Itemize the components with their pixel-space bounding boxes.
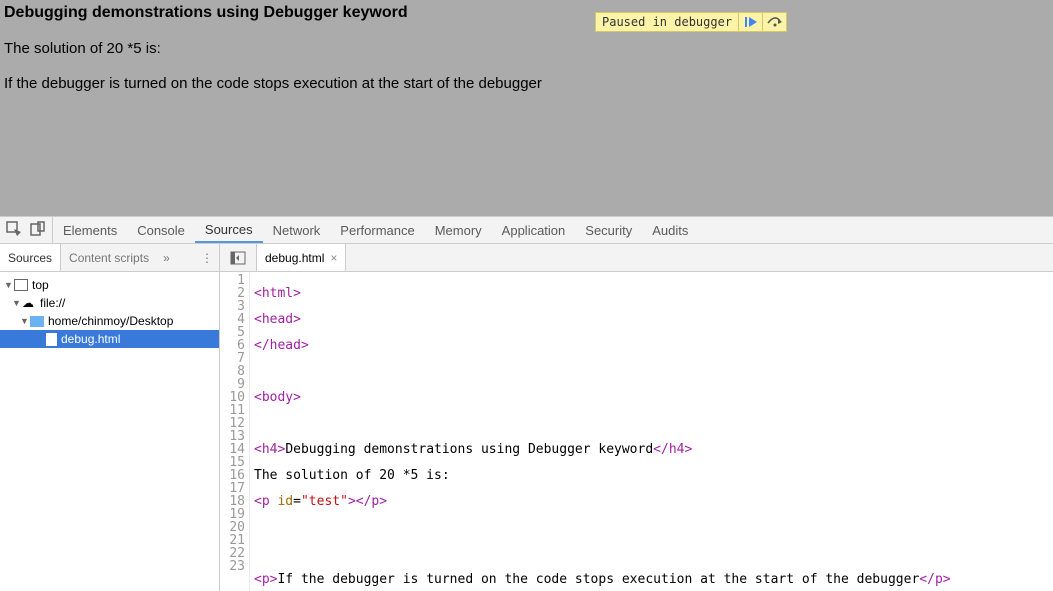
sidebar-tab-content-scripts[interactable]: Content scripts <box>61 244 157 271</box>
line-gutter[interactable]: 1234567891011121314151617181920212223 <box>220 272 250 591</box>
paused-label: Paused in debugger <box>595 12 739 32</box>
tab-console[interactable]: Console <box>127 217 195 243</box>
rendered-page: Debugging demonstrations using Debugger … <box>0 0 1053 216</box>
tree-top[interactable]: ▼ top <box>0 276 219 294</box>
tab-application[interactable]: Application <box>492 217 576 243</box>
tab-memory[interactable]: Memory <box>425 217 492 243</box>
tab-security[interactable]: Security <box>575 217 642 243</box>
devtools-panel: Elements Console Sources Network Perform… <box>0 216 1053 591</box>
tab-elements[interactable]: Elements <box>53 217 127 243</box>
editor-tab-label: debug.html <box>265 251 324 265</box>
close-tab-icon[interactable]: × <box>330 251 337 265</box>
debugger-paused-overlay: Paused in debugger <box>595 12 787 32</box>
tab-network[interactable]: Network <box>263 217 331 243</box>
file-icon <box>46 333 57 346</box>
devtools-tab-bar: Elements Console Sources Network Perform… <box>0 216 1053 244</box>
sidebar-menu-icon[interactable]: ⋮ <box>201 251 213 265</box>
editor-tab-debug-html[interactable]: debug.html × <box>257 244 346 271</box>
source-editor: debug.html × 123456789101112131415161718… <box>220 244 1053 591</box>
page-heading: Debugging demonstrations using Debugger … <box>4 4 1049 22</box>
sources-sidebar: Sources Content scripts » ⋮ ▼ top ▼ ☁ fi… <box>0 244 220 591</box>
step-over-button[interactable] <box>763 12 787 32</box>
inspect-element-icon[interactable] <box>6 221 22 240</box>
sidebar-more-tabs[interactable]: » <box>157 251 176 265</box>
tree-folder[interactable]: ▼ home/chinmoy/Desktop <box>0 312 219 330</box>
toggle-navigator-icon[interactable] <box>220 244 257 271</box>
code-content[interactable]: <html> <head> </head> <body> <h4>Debuggi… <box>250 272 1053 591</box>
tab-audits[interactable]: Audits <box>642 217 698 243</box>
device-toolbar-icon[interactable] <box>30 221 46 240</box>
folder-icon <box>30 316 44 327</box>
frame-icon <box>14 279 28 291</box>
file-tree: ▼ top ▼ ☁ file:// ▼ home/chinmoy/Desktop… <box>0 272 219 591</box>
tab-performance[interactable]: Performance <box>330 217 424 243</box>
resume-button[interactable] <box>739 12 763 32</box>
tree-file-debug-html[interactable]: debug.html <box>0 330 219 348</box>
page-text-1: The solution of 20 *5 is: <box>4 40 1049 57</box>
sidebar-tab-sources[interactable]: Sources <box>0 244 61 271</box>
tree-origin[interactable]: ▼ ☁ file:// <box>0 294 219 312</box>
page-text-2: If the debugger is turned on the code st… <box>4 75 1049 92</box>
tab-sources[interactable]: Sources <box>195 217 263 243</box>
cloud-icon: ☁ <box>22 296 36 310</box>
